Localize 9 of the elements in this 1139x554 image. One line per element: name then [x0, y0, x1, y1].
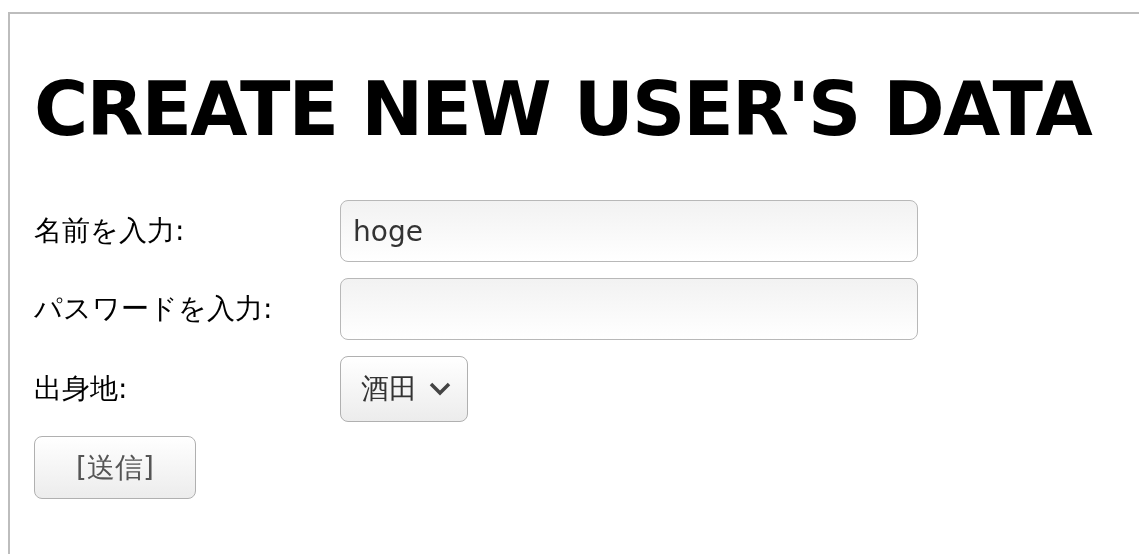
submit-button[interactable]: [送信] — [34, 436, 196, 499]
input-field[interactable] — [340, 278, 918, 340]
dropdown[interactable]: 酒田 — [340, 356, 468, 422]
field-label: パスワードを入力: — [34, 291, 274, 327]
chevron-down-icon — [429, 382, 451, 396]
field-label: 名前を入力: — [34, 213, 186, 249]
page-title: CREATE NEW USER'S DATA — [34, 72, 1093, 146]
input-field[interactable]: hoge — [340, 200, 918, 262]
field-label: 出身地: — [34, 371, 129, 407]
